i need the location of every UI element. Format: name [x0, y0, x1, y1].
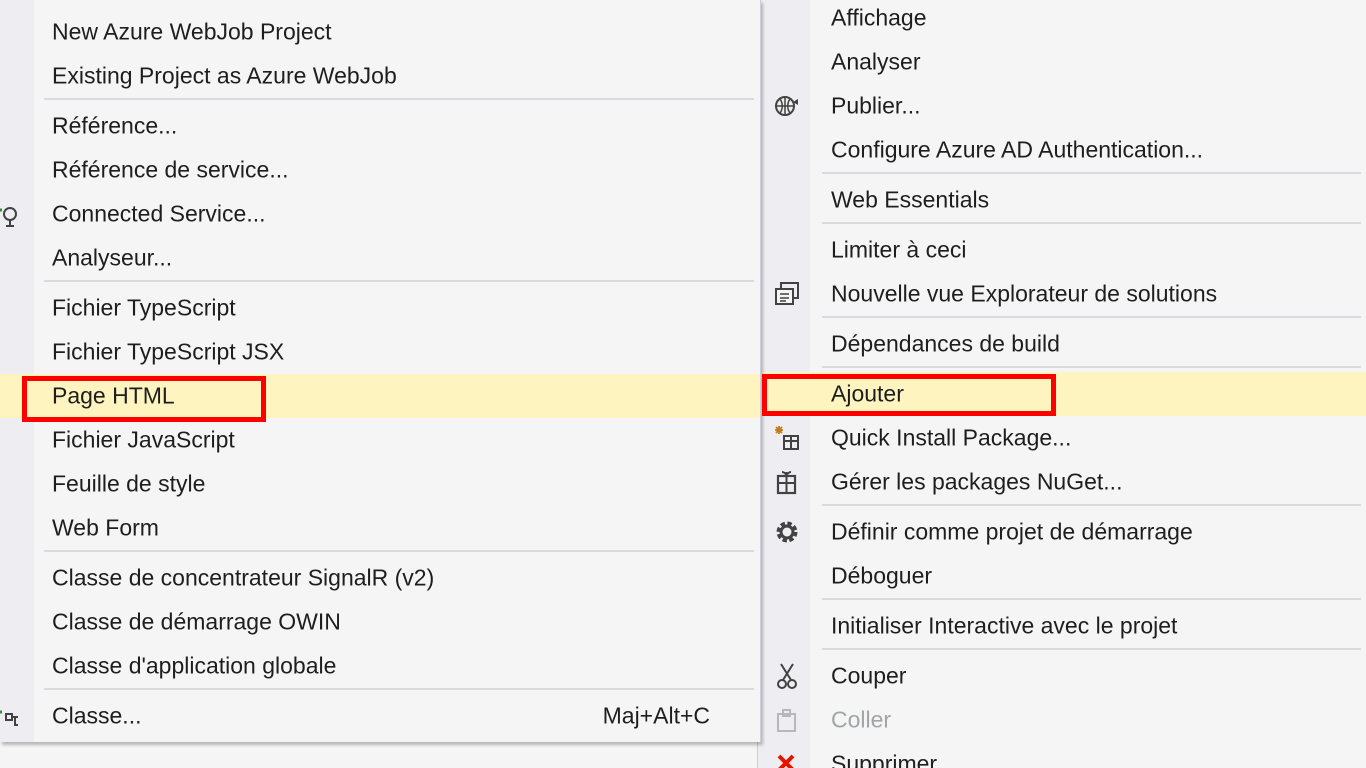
- gear-icon: [773, 518, 801, 546]
- menu-item-label: Analyseur...: [52, 244, 173, 271]
- menu-separator: [822, 598, 1361, 600]
- menu-item-paste: Coller: [758, 698, 1366, 742]
- scissors-icon: [773, 662, 801, 690]
- annotation-box-page-html: [22, 376, 266, 422]
- menu-item-shortcut: Maj+Alt+C: [602, 702, 710, 729]
- menu-item-label: Fichier TypeScript JSX: [52, 338, 285, 365]
- menu-item-label: Classe d'application globale: [52, 652, 337, 679]
- menu-item-class[interactable]: Classe... Maj+Alt+C: [0, 694, 760, 738]
- nuget-package-icon: [773, 468, 801, 496]
- menu-item-web-form[interactable]: Web Form: [0, 506, 760, 550]
- menu-item-existing-project-as-azure-webjob[interactable]: Existing Project as Azure WebJob: [0, 54, 760, 98]
- menu-separator: [44, 280, 754, 282]
- menu-item-label: Initialiser Interactive avec le projet: [831, 612, 1178, 639]
- menu-separator: [44, 98, 754, 100]
- menu-item-global-application-class[interactable]: Classe d'application globale: [0, 644, 760, 688]
- menu-item-configure-azure-ad[interactable]: Configure Azure AD Authentication...: [758, 128, 1366, 172]
- publish-globe-icon: [773, 92, 801, 120]
- menu-item-initialize-interactive[interactable]: Initialiser Interactive avec le projet: [758, 604, 1366, 648]
- menu-item-cut[interactable]: Couper: [758, 654, 1366, 698]
- menu-item-label: Web Form: [52, 514, 159, 541]
- menu-item-label: Configure Azure AD Authentication...: [831, 136, 1204, 163]
- menu-item-manage-nuget-packages[interactable]: Gérer les packages NuGet...: [758, 460, 1366, 504]
- menu-item-quick-install-package[interactable]: Quick Install Package...: [758, 416, 1366, 460]
- menu-item-typescript-jsx-file[interactable]: Fichier TypeScript JSX: [0, 330, 760, 374]
- delete-x-icon: [773, 750, 801, 768]
- menu-item-view[interactable]: Affichage: [758, 0, 1366, 40]
- menu-item-label: Référence de service...: [52, 156, 289, 183]
- menu-item-service-reference[interactable]: Référence de service...: [0, 148, 760, 192]
- menu-item-owin-startup-class[interactable]: Classe de démarrage OWIN: [0, 600, 760, 644]
- menu-item-label: Coller: [831, 706, 892, 733]
- annotation-box-ajouter: [762, 374, 1056, 416]
- menu-item-typescript-file[interactable]: Fichier TypeScript: [0, 286, 760, 330]
- menu-item-label: Dépendances de build: [831, 330, 1060, 357]
- menu-item-build-dependencies[interactable]: Dépendances de build: [758, 322, 1366, 366]
- menu-separator: [44, 550, 754, 552]
- menu-item-label: Quick Install Package...: [831, 424, 1072, 451]
- menu-item-delete[interactable]: Supprimer: [758, 742, 1366, 768]
- menu-item-analyze[interactable]: Analyser: [758, 40, 1366, 84]
- clipboard-icon: [773, 706, 801, 734]
- add-submenu: New Azure WebJob Project Existing Projec…: [0, 0, 761, 742]
- menu-item-label: Existing Project as Azure WebJob: [52, 62, 397, 89]
- menu-separator: [822, 366, 1361, 368]
- menu-item-analyzer[interactable]: Analyseur...: [0, 236, 760, 280]
- menu-separator: [822, 222, 1361, 224]
- menu-item-label: Affichage: [831, 4, 927, 31]
- menu-item-label: Limiter à ceci: [831, 236, 967, 263]
- menu-item-connected-service[interactable]: Connected Service...: [0, 192, 760, 236]
- menu-item-label: Classe...: [52, 702, 142, 729]
- menu-separator: [822, 504, 1361, 506]
- menu-item-label: Publier...: [831, 92, 921, 119]
- menu-item-web-essentials[interactable]: Web Essentials: [758, 178, 1366, 222]
- menu-item-set-as-startup-project[interactable]: Définir comme projet de démarrage: [758, 510, 1366, 554]
- menu-item-scope-to-this[interactable]: Limiter à ceci: [758, 228, 1366, 272]
- menu-item-new-solution-explorer-view[interactable]: Nouvelle vue Explorateur de solutions: [758, 272, 1366, 316]
- menu-item-label: Couper: [831, 662, 907, 689]
- menu-item-label: Fichier TypeScript: [52, 294, 236, 321]
- menu-item-label: Déboguer: [831, 562, 933, 589]
- menu-item-label: Classe de concentrateur SignalR (v2): [52, 564, 435, 591]
- menu-item-javascript-file[interactable]: Fichier JavaScript: [0, 418, 760, 462]
- menu-item-label: Classe de démarrage OWIN: [52, 608, 341, 635]
- menu-item-label: Nouvelle vue Explorateur de solutions: [831, 280, 1218, 307]
- menu-item-label: New Azure WebJob Project: [52, 18, 332, 45]
- menu-item-label: Définir comme projet de démarrage: [831, 518, 1193, 545]
- menu-item-label: Gérer les packages NuGet...: [831, 468, 1123, 495]
- menu-item-label: Supprimer: [831, 750, 938, 768]
- menu-item-label: Analyser: [831, 48, 921, 75]
- menu-item-publish[interactable]: Publier...: [758, 84, 1366, 128]
- add-class-icon: [0, 702, 22, 730]
- menu-item-label: Feuille de style: [52, 470, 206, 497]
- menu-item-label: Fichier JavaScript: [52, 426, 235, 453]
- menu-separator: [822, 316, 1361, 318]
- new-solution-view-icon: [773, 280, 801, 308]
- menu-item-debug[interactable]: Déboguer: [758, 554, 1366, 598]
- menu-item-label: Web Essentials: [831, 186, 990, 213]
- quick-install-package-icon: [773, 424, 801, 452]
- menu-item-stylesheet[interactable]: Feuille de style: [0, 462, 760, 506]
- menu-separator: [822, 648, 1361, 650]
- menu-separator: [822, 172, 1361, 174]
- menu-item-new-azure-webjob-project[interactable]: New Azure WebJob Project: [0, 10, 760, 54]
- connected-service-icon: [0, 200, 22, 228]
- menu-item-reference[interactable]: Référence...: [0, 104, 760, 148]
- menu-item-label: Connected Service...: [52, 200, 266, 227]
- menu-item-label: Référence...: [52, 112, 178, 139]
- menu-separator: [44, 688, 754, 690]
- menu-item-signalr-hub-class[interactable]: Classe de concentrateur SignalR (v2): [0, 556, 760, 600]
